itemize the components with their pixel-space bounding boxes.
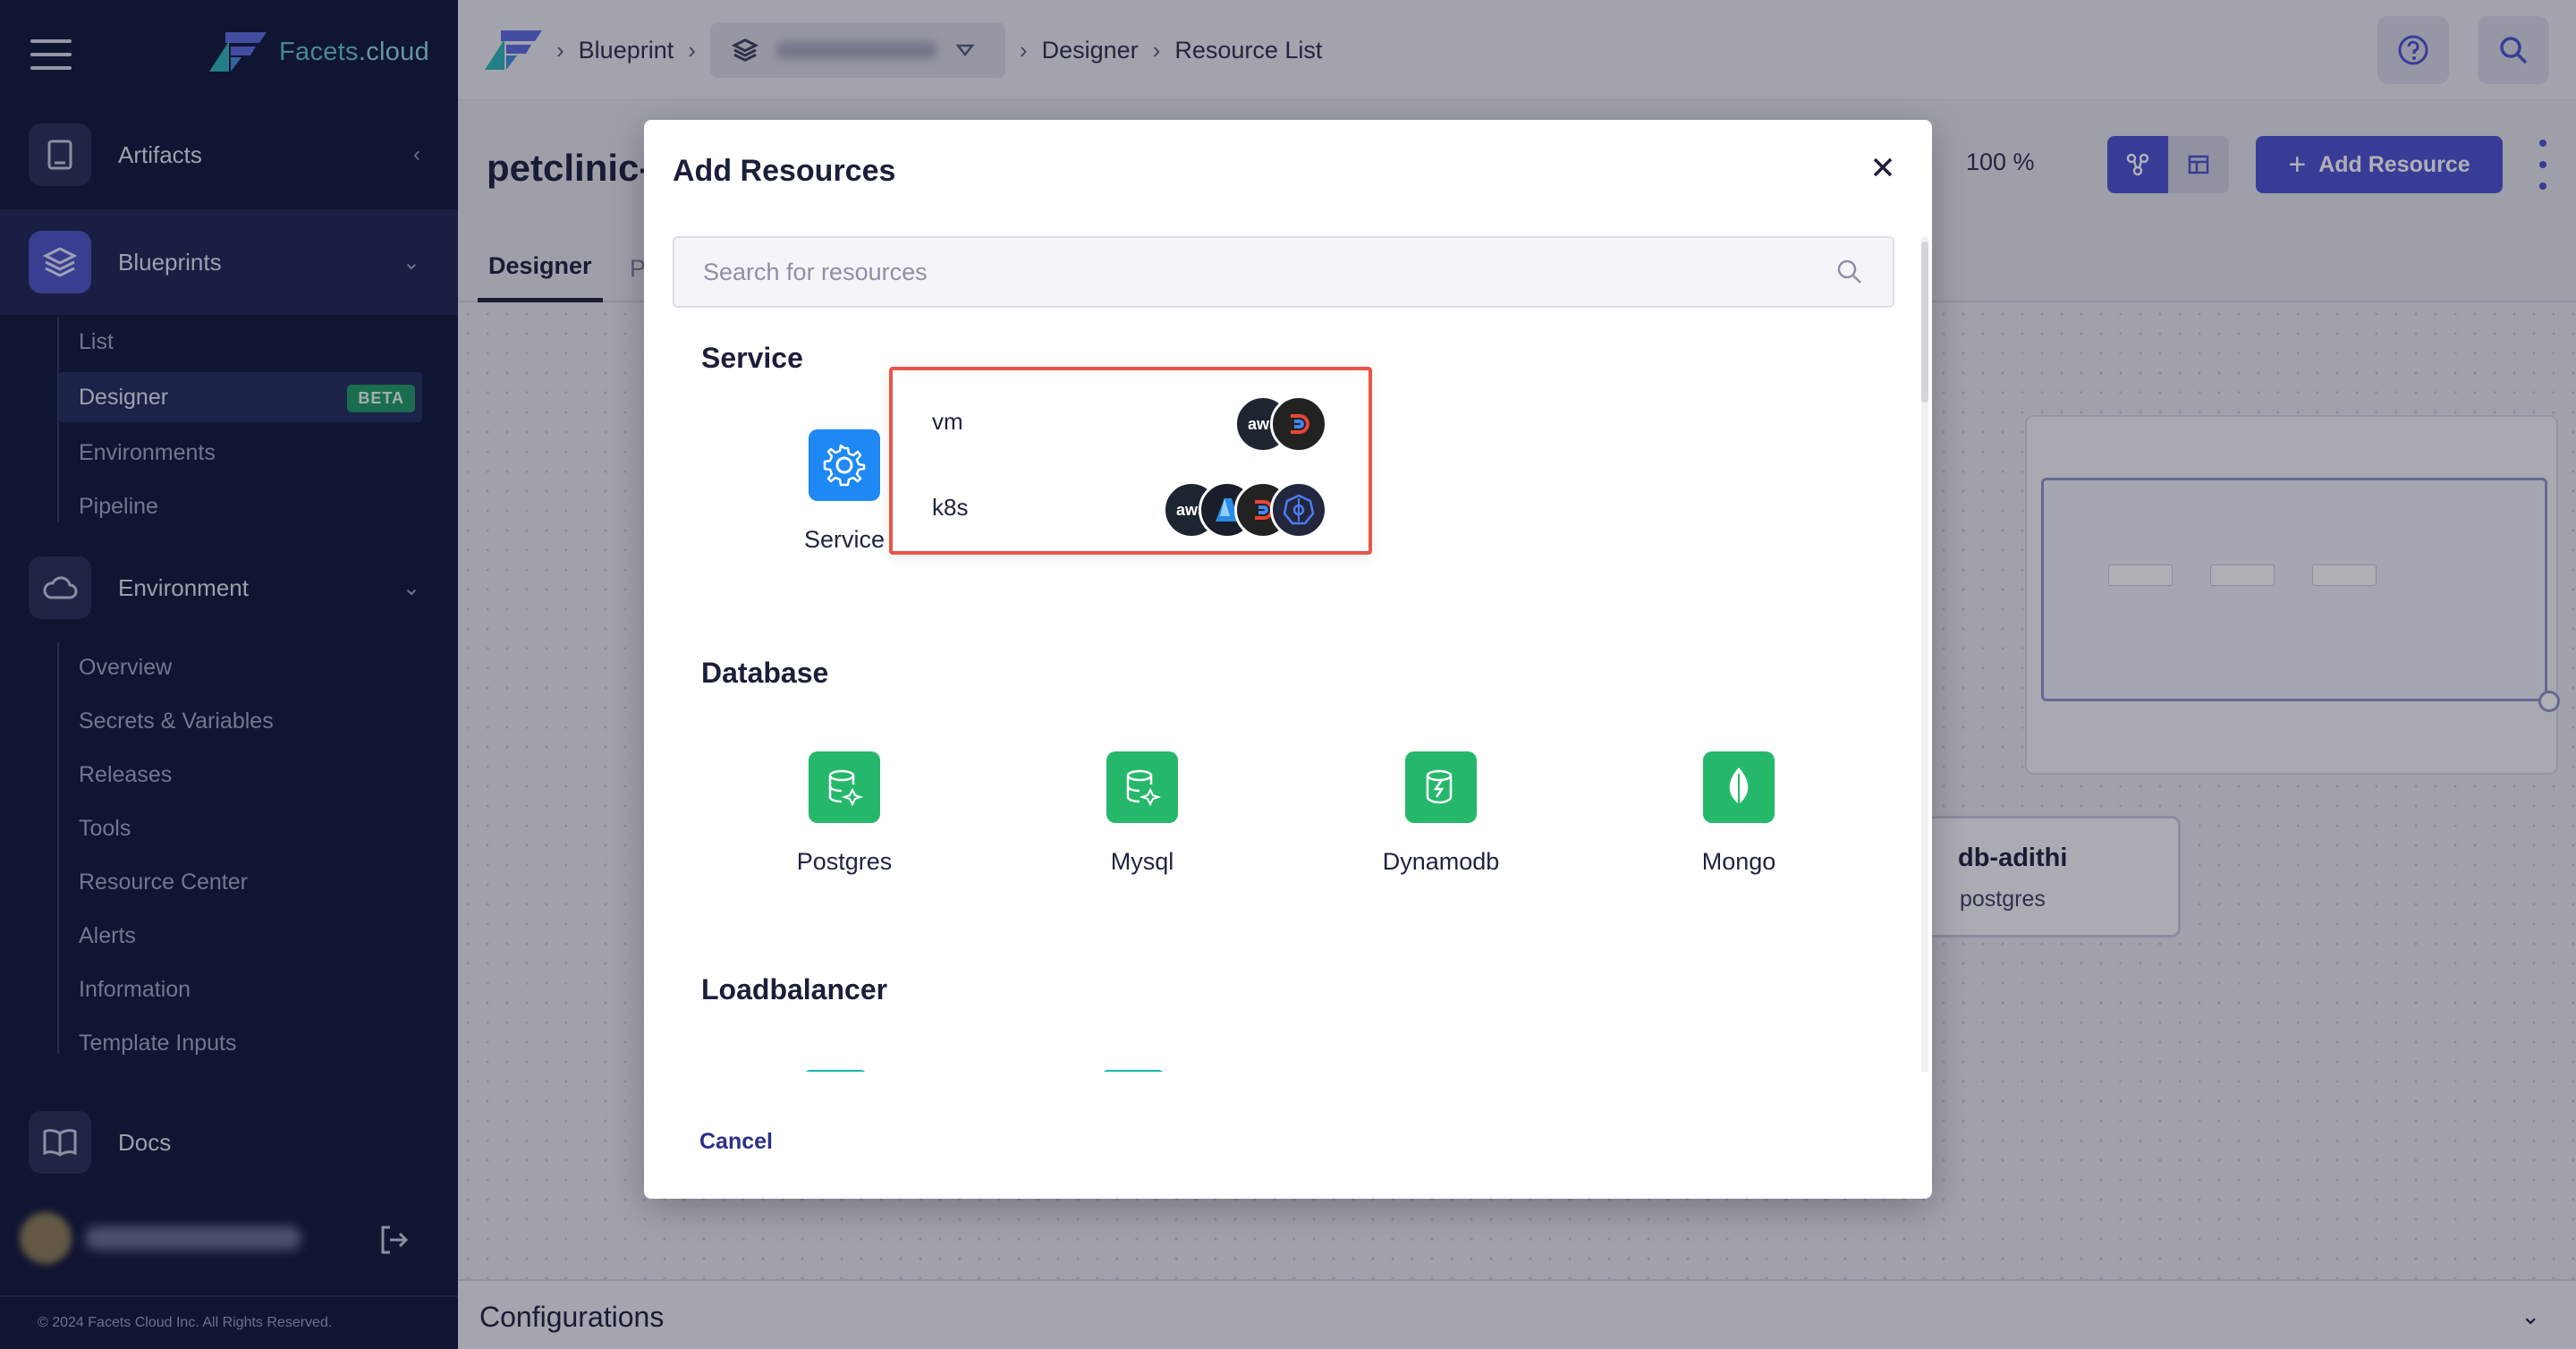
section-loadbalancer: Loadbalancer [701, 973, 888, 1005]
variant-k8s[interactable]: k8s aws [893, 467, 1368, 547]
resource-mysql[interactable]: Mysql [1044, 751, 1241, 886]
resource-label: Mysql [1110, 848, 1174, 875]
add-resources-modal: Add Resources Service Service vm aws k8s [644, 120, 1932, 1199]
section-service: Service [701, 342, 803, 374]
service-variant-popover: vm aws k8s aws [889, 367, 1372, 555]
resource-dynamodb[interactable]: Dynamodb [1343, 751, 1539, 886]
variant-name: k8s [932, 494, 969, 521]
modal-scroll-mask [644, 1072, 1932, 1107]
resource-search [673, 236, 1894, 308]
variant-name: vm [932, 408, 963, 435]
modal-title: Add Resources [673, 154, 896, 188]
provider-icons: aws [1234, 395, 1327, 453]
resource-label: Service [803, 526, 886, 553]
leaf-icon [1703, 751, 1775, 823]
resource-label: Mongo [1701, 848, 1776, 875]
scrollbar-thumb[interactable] [1921, 242, 1928, 403]
database-icon [1106, 751, 1178, 823]
kubernetes-icon [1270, 481, 1327, 539]
dynamodb-icon [1405, 751, 1477, 823]
cancel-button[interactable]: Cancel [699, 1129, 773, 1155]
close-icon[interactable] [1866, 150, 1900, 184]
search-input[interactable] [703, 238, 1812, 306]
resource-mongo[interactable]: Mongo [1640, 751, 1837, 886]
gcp-icon [1270, 395, 1327, 453]
provider-icons: aws [1163, 481, 1327, 539]
variant-vm[interactable]: vm aws [893, 381, 1368, 462]
database-icon [809, 751, 880, 823]
resource-postgres[interactable]: Postgres [746, 751, 943, 886]
section-database: Database [701, 657, 829, 689]
search-icon [1837, 259, 1861, 284]
gear-icon [809, 429, 880, 501]
resource-label: Postgres [796, 848, 893, 875]
resource-label: Dynamodb [1382, 848, 1500, 875]
